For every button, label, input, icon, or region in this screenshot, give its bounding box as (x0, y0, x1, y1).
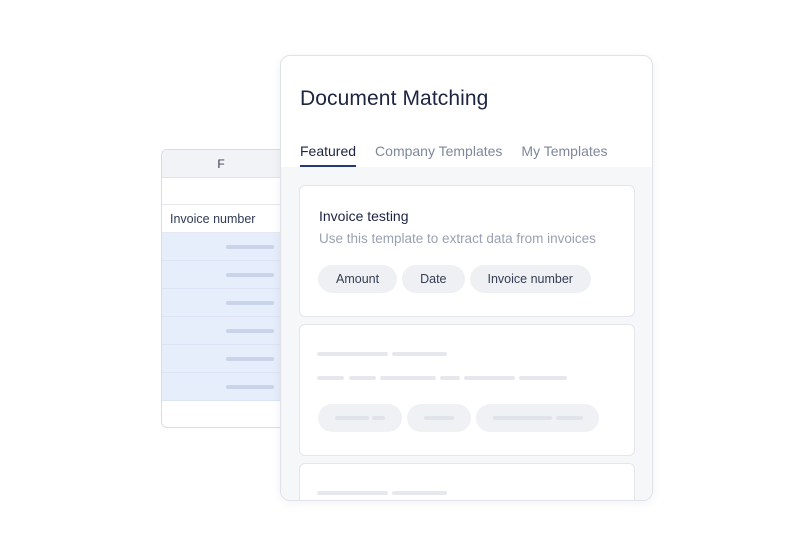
skeleton-chip-line (335, 416, 369, 420)
skeleton-chip (476, 404, 599, 432)
cell-placeholder (226, 329, 274, 333)
skeleton-title-line (392, 491, 447, 495)
field-chip-amount[interactable]: Amount (318, 265, 398, 293)
template-tabs: Featured Company Templates My Templates (300, 143, 608, 167)
document-matching-panel: Document Matching Featured Company Templ… (280, 55, 653, 501)
tab-my-templates[interactable]: My Templates (521, 143, 607, 167)
page-title: Document Matching (300, 87, 489, 110)
tab-featured[interactable]: Featured (300, 143, 357, 167)
cell-placeholder (226, 385, 274, 389)
field-chip-date[interactable]: Date (402, 265, 465, 293)
cell-placeholder (226, 245, 274, 249)
template-list: Invoice testing Use this template to ext… (281, 167, 652, 500)
tab-company-templates[interactable]: Company Templates (375, 143, 502, 167)
skeleton-desc-line (317, 376, 344, 380)
field-chip-invoice-number[interactable]: Invoice number (469, 265, 591, 293)
skeleton-chip-line (556, 416, 583, 420)
skeleton-desc-line (349, 376, 376, 380)
skeleton-desc-line (380, 376, 436, 380)
skeleton-desc-line (440, 376, 460, 380)
skeleton-title-line (392, 352, 447, 356)
template-card-invoice-testing[interactable]: Invoice testing Use this template to ext… (299, 185, 635, 317)
skeleton-chip-line (372, 416, 385, 420)
cell-placeholder (226, 301, 274, 305)
skeleton-title-line (317, 491, 388, 495)
cell-placeholder (226, 273, 274, 277)
skeleton-chip-line (493, 416, 552, 420)
skeleton-desc-line (519, 376, 567, 380)
skeleton-desc-line (464, 376, 515, 380)
template-description: Use this template to extract data from i… (319, 231, 596, 246)
column-header-f[interactable]: F (162, 157, 280, 171)
skeleton-chip-line (424, 416, 454, 420)
skeleton-title-line (317, 352, 388, 356)
skeleton-chip (407, 404, 471, 432)
template-name: Invoice testing (319, 208, 409, 224)
template-field-chips: Amount Date Invoice number (318, 265, 591, 293)
template-card-placeholder (299, 324, 635, 456)
skeleton-chip (318, 404, 402, 432)
cell-placeholder (226, 357, 274, 361)
template-card-placeholder (299, 463, 635, 500)
